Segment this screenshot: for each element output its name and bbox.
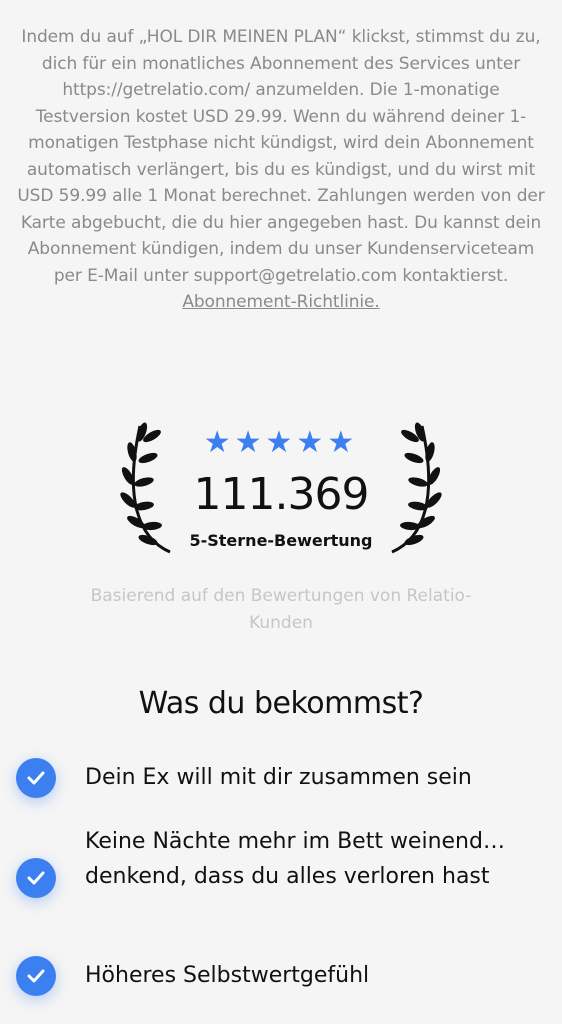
benefit-text: Höheres Selbstwertgefühl — [85, 963, 370, 988]
check-icon — [16, 758, 56, 798]
benefit-text: Dein Ex will mit dir zusammen sein — [85, 765, 472, 790]
benefit-text: Keine Nächte mehr im Bett weinend… denke… — [85, 829, 505, 889]
rating-block: ★★★★★ 111.369 5-Sterne-Bewertung — [0, 418, 562, 558]
rating-count: 111.369 — [193, 469, 370, 520]
subscription-policy-link[interactable]: Abonnement-Richtlinie. — [182, 292, 379, 312]
star-rating-icon: ★★★★★ — [203, 425, 359, 460]
terms-body: Indem du auf „HOL DIR MEINEN PLAN“ klick… — [17, 27, 545, 286]
check-icon — [16, 956, 56, 996]
terms-text: Indem du auf „HOL DIR MEINEN PLAN“ klick… — [14, 24, 548, 316]
section-title: Was du bekommst? — [138, 686, 424, 721]
based-on-text: Basierend auf den Bewertungen von Relati… — [90, 586, 472, 633]
rating-label: 5-Sterne-Bewertung — [189, 531, 373, 550]
check-icon — [16, 858, 56, 898]
